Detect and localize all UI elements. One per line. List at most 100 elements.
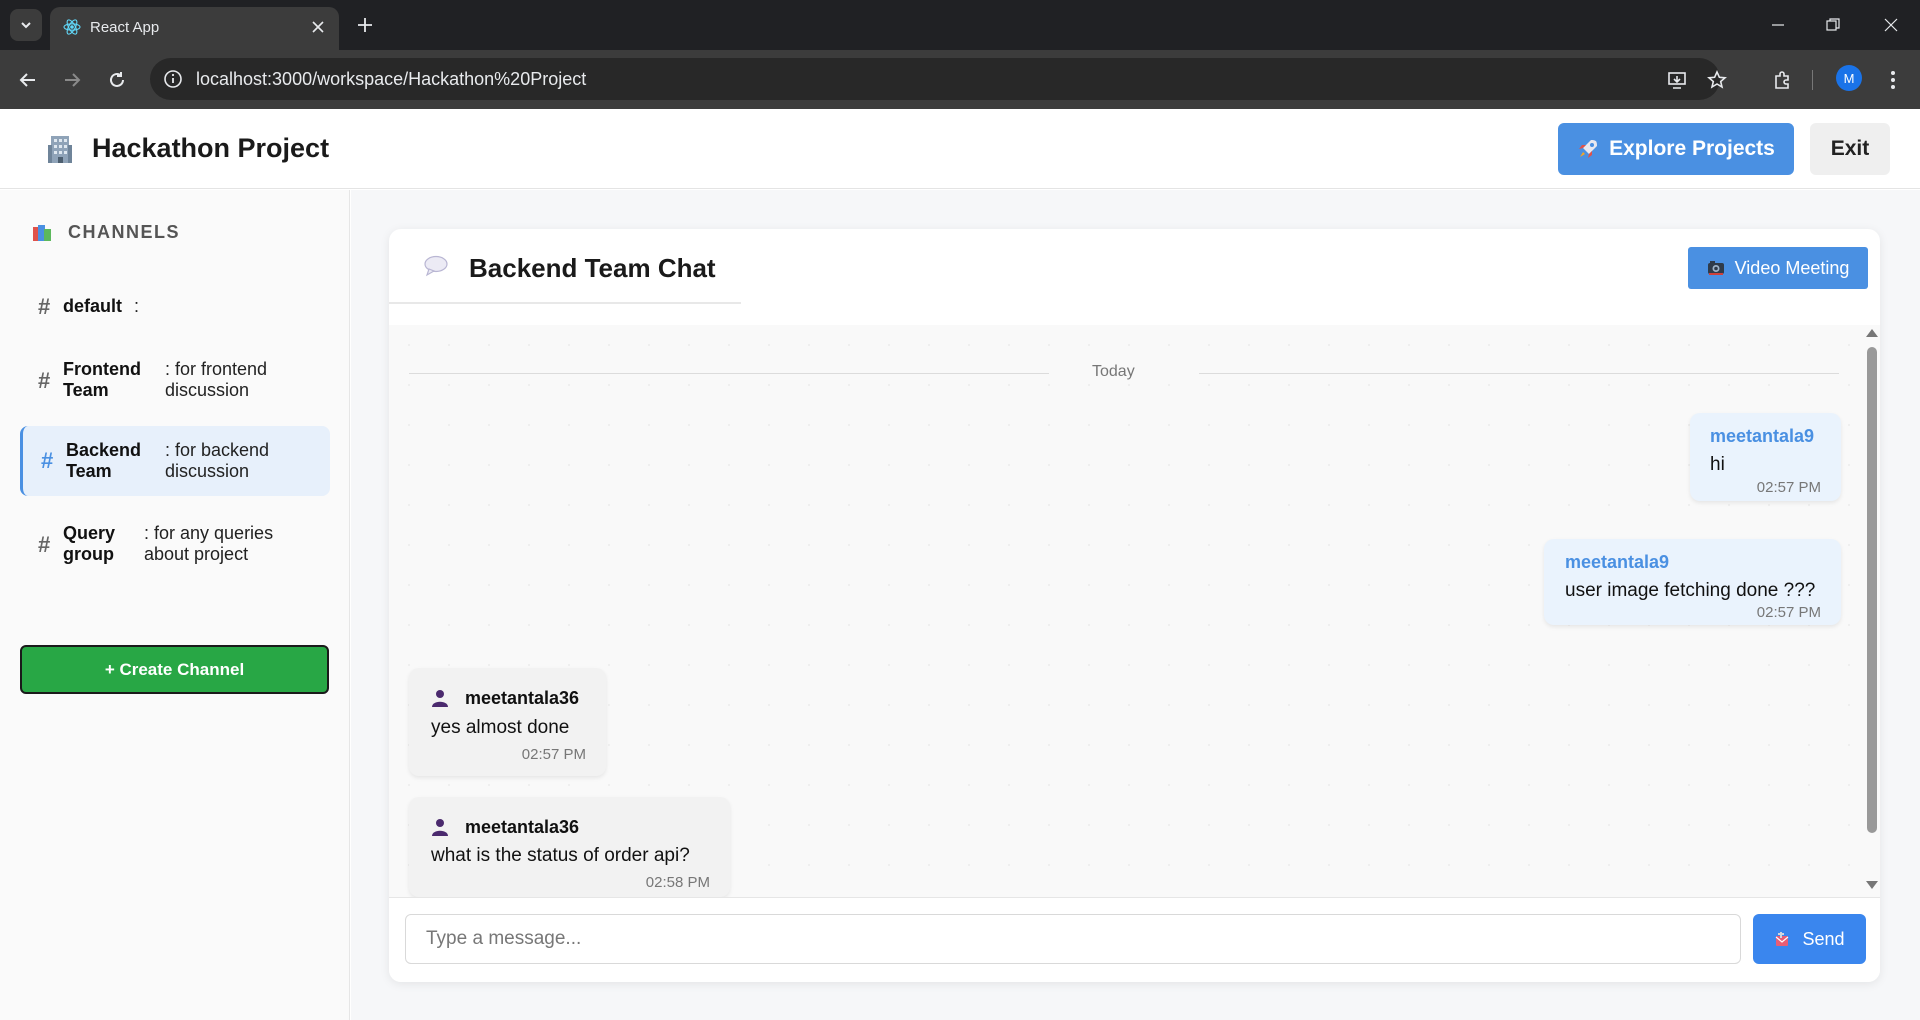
explore-projects-button[interactable]: Explore Projects: [1558, 123, 1794, 175]
plus-icon: [358, 18, 372, 32]
create-channel-button[interactable]: + Create Channel: [20, 645, 329, 694]
forward-button[interactable]: [55, 63, 89, 97]
scroll-down-arrow[interactable]: [1866, 881, 1878, 889]
close-window-button[interactable]: [1868, 8, 1914, 42]
scrollbar-thumb[interactable]: [1867, 347, 1877, 833]
address-bar[interactable]: localhost:3000/workspace/Hackathon%20Pro…: [150, 58, 1720, 100]
install-app-button[interactable]: [1660, 63, 1694, 97]
channel-name: default: [63, 296, 123, 316]
minimize-button[interactable]: [1755, 8, 1801, 42]
building-icon: [48, 136, 72, 163]
create-channel-label: + Create Channel: [104, 659, 245, 679]
chevron-down-icon: [21, 22, 31, 29]
channels-heading-label: CHANNELS: [68, 222, 181, 242]
separator-line: [409, 373, 1049, 374]
video-meeting-button[interactable]: Video Meeting: [1688, 247, 1868, 289]
books-icon: [33, 224, 51, 241]
react-logo-icon: [63, 19, 81, 35]
video-meeting-label: Video Meeting: [1734, 257, 1850, 278]
message-bubble: meetantala36 yes almost done 02:57 PM: [409, 668, 606, 776]
message-text: yes almost done: [431, 717, 570, 738]
message-time: 02:57 PM: [521, 746, 586, 763]
channel-description: :: [134, 296, 140, 316]
message-composer: Send: [389, 897, 1880, 982]
date-separator: Today: [409, 363, 1839, 383]
tab-close-button[interactable]: [307, 16, 329, 38]
rocket-icon: [1579, 140, 1598, 158]
message-time: 02:58 PM: [645, 874, 710, 891]
browser-tab[interactable]: React App: [50, 7, 339, 50]
toolbar-divider: [1812, 70, 1813, 90]
minimize-icon: [1772, 24, 1784, 26]
speech-bubble-icon: [424, 255, 448, 277]
new-tab-button[interactable]: [350, 10, 380, 40]
back-button[interactable]: [11, 63, 45, 97]
user-icon: [432, 690, 448, 707]
restore-button[interactable]: [1810, 8, 1856, 42]
puzzle-icon: [1775, 71, 1789, 89]
browser-tab-strip: React App: [0, 0, 1920, 50]
bookmark-button[interactable]: [1700, 63, 1734, 97]
message-bubble: meetantala9 user image fetching done ???…: [1544, 539, 1841, 625]
app-header: Hackathon Project Explore Projects Exit: [0, 109, 1920, 189]
channel-description: : for frontend discussion: [165, 359, 268, 400]
channel-item-backend-team[interactable]: # Backend Team : for backend discussion: [20, 426, 330, 496]
chat-title: Backend Team Chat: [469, 253, 716, 283]
channel-name: Backend Team: [66, 440, 142, 481]
channel-description: : for backend discussion: [165, 440, 270, 481]
message-list[interactable]: Today meetantala9 hi 02:57 PM meetantala…: [389, 325, 1880, 897]
site-info-icon[interactable]: [162, 68, 184, 90]
channel-item-query-group[interactable]: # Query group : for any queries about proj…: [20, 510, 330, 578]
message-input[interactable]: [405, 914, 1741, 964]
tab-title: React App: [90, 19, 160, 36]
user-icon: [432, 819, 448, 836]
message-author: meetantala36: [465, 688, 580, 708]
hash-icon: #: [38, 294, 51, 319]
send-label: Send: [1802, 928, 1845, 949]
page-title: Hackathon Project: [92, 133, 330, 163]
close-icon: [1884, 18, 1898, 32]
install-icon: [1668, 72, 1686, 89]
send-button[interactable]: Send: [1753, 914, 1866, 964]
exit-button[interactable]: Exit: [1810, 123, 1890, 175]
profile-initial: M: [1843, 70, 1855, 86]
message-bubble: meetantala9 hi 02:57 PM: [1690, 413, 1841, 501]
star-icon: [1707, 70, 1727, 89]
message-text: hi: [1710, 454, 1725, 475]
reload-button[interactable]: [100, 63, 134, 97]
arrow-right-icon: [65, 73, 81, 87]
channel-item-frontend-team[interactable]: # Frontend Team : for frontend discussion: [20, 346, 330, 414]
browser-toolbar: localhost:3000/workspace/Hackathon%20Pro…: [0, 50, 1920, 109]
channel-item-default[interactable]: # default :: [20, 286, 330, 326]
message-author: meetantala36: [465, 817, 580, 837]
extensions-button[interactable]: [1765, 63, 1799, 97]
more-vert-icon: [1891, 71, 1895, 89]
hash-icon: #: [38, 532, 51, 557]
tab-search-button[interactable]: [10, 9, 42, 41]
browser-menu-button[interactable]: [1876, 63, 1910, 97]
message-author: meetantala9: [1710, 426, 1815, 446]
main-content: Backend Team Chat Video Meeting Today me…: [351, 190, 1920, 1020]
exit-label: Exit: [1830, 137, 1870, 160]
message-time: 02:57 PM: [1756, 479, 1821, 496]
scroll-up-arrow[interactable]: [1866, 329, 1878, 337]
hash-icon: #: [41, 448, 54, 473]
close-icon: [312, 21, 324, 33]
message-time: 02:57 PM: [1756, 604, 1821, 621]
channel-description: : for any queries about project: [144, 523, 274, 564]
channel-name: Query group: [63, 523, 116, 564]
send-icon: [1776, 932, 1789, 946]
date-separator-label: Today: [1092, 363, 1135, 380]
restore-icon: [1826, 18, 1840, 31]
video-camera-icon: [1707, 261, 1724, 275]
channel-name: Frontend Team: [63, 359, 141, 400]
channels-sidebar: CHANNELS # default : # Frontend Team : fo…: [0, 190, 350, 1020]
chat-panel: Backend Team Chat Video Meeting Today me…: [389, 229, 1880, 982]
profile-avatar[interactable]: M: [1836, 65, 1862, 91]
message-list-scrollbar[interactable]: [1862, 325, 1880, 897]
separator-line: [1199, 373, 1839, 374]
explore-projects-label: Explore Projects: [1609, 137, 1775, 160]
channels-heading: CHANNELS: [32, 222, 180, 243]
message-text: user image fetching done ???: [1565, 580, 1816, 601]
chat-header: Backend Team Chat Video Meeting: [389, 229, 1880, 325]
